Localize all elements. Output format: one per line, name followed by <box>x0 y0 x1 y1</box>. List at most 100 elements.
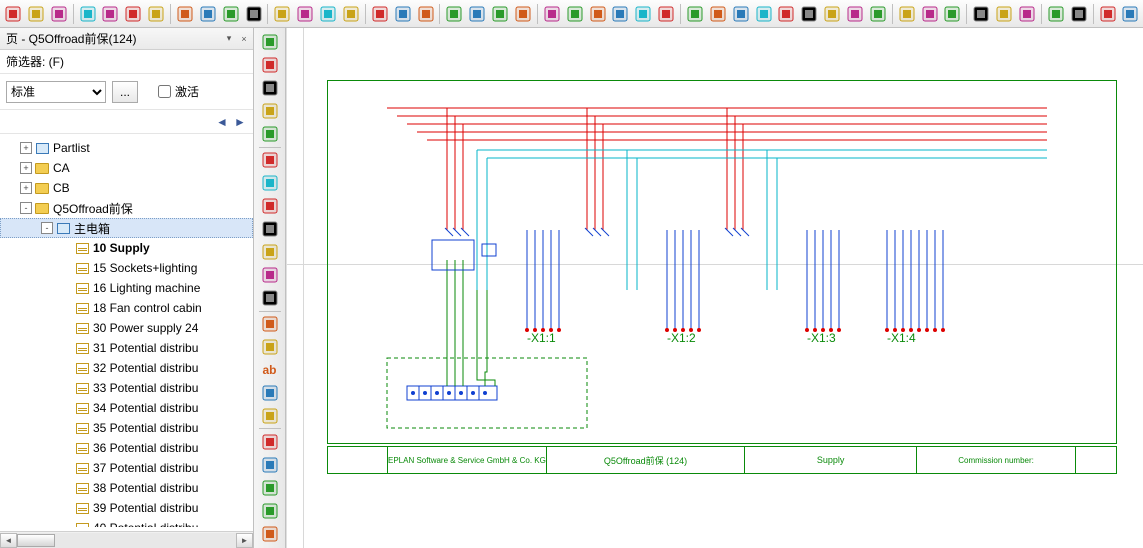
net5-icon[interactable] <box>776 3 798 25</box>
flag-icon[interactable] <box>220 3 242 25</box>
node-icon[interactable] <box>257 337 283 358</box>
grid2-icon[interactable] <box>564 3 586 25</box>
net7-icon[interactable] <box>821 3 843 25</box>
cart-icon[interactable] <box>1097 3 1119 25</box>
new-icon[interactable] <box>2 3 24 25</box>
revert-icon[interactable] <box>489 3 511 25</box>
tree-row[interactable]: 34 Potential distribu <box>0 398 253 418</box>
panel-close-button[interactable]: × <box>237 32 251 46</box>
cut-connect-icon[interactable] <box>77 3 99 25</box>
text-icon[interactable] <box>174 3 196 25</box>
tag-icon[interactable] <box>145 3 167 25</box>
toolA-icon[interactable] <box>970 3 992 25</box>
tree-row[interactable]: +Partlist <box>0 138 253 158</box>
dimd-icon[interactable] <box>257 477 283 498</box>
polyline-icon[interactable] <box>257 55 283 76</box>
undo-icon[interactable] <box>443 3 465 25</box>
tree-row[interactable]: 10 Supply <box>0 238 253 258</box>
project-tree[interactable]: +Partlist+CA+CB-Q5Offroad前保-主电箱10 Supply… <box>0 134 253 531</box>
tree-hscrollbar[interactable]: ◄ ► <box>0 531 253 548</box>
tree-row[interactable]: +CB <box>0 178 253 198</box>
grid1-icon[interactable] <box>541 3 563 25</box>
spline-icon[interactable] <box>257 78 283 99</box>
resize-icon[interactable] <box>1045 3 1067 25</box>
fit-icon[interactable] <box>1068 3 1090 25</box>
tree-row[interactable]: 16 Lighting machine <box>0 278 253 298</box>
hscroll-left[interactable]: ◄ <box>0 533 17 548</box>
hscroll-track[interactable] <box>17 533 236 548</box>
tree-row[interactable]: 40 Potential distribu <box>0 518 253 527</box>
panel-dropdown-button[interactable]: ▾ <box>222 32 236 46</box>
arc1-icon[interactable] <box>257 173 283 194</box>
net2-icon[interactable] <box>707 3 729 25</box>
toolB-icon[interactable] <box>993 3 1015 25</box>
tree-row[interactable]: 18 Fan control cabin <box>0 298 253 318</box>
tree-row[interactable]: 31 Potential distribu <box>0 338 253 358</box>
cut-col-icon[interactable] <box>415 3 437 25</box>
ring-icon[interactable] <box>257 150 283 171</box>
hscroll-thumb[interactable] <box>17 534 55 547</box>
tree-row[interactable]: 15 Sockets+lighting <box>0 258 253 278</box>
net9-icon[interactable] <box>867 3 889 25</box>
nav-back-button[interactable]: ◄ <box>213 113 231 131</box>
interrupt-icon[interactable] <box>99 3 121 25</box>
dimension-icon[interactable] <box>257 382 283 403</box>
tree-row[interactable]: 35 Potential distribu <box>0 418 253 438</box>
paste-col-icon[interactable] <box>392 3 414 25</box>
eye-icon[interactable] <box>257 288 283 309</box>
arc2-icon[interactable] <box>257 196 283 217</box>
layers-icon[interactable] <box>271 3 293 25</box>
symB-icon[interactable] <box>919 3 941 25</box>
arc3-icon[interactable] <box>257 219 283 240</box>
filter-browse-button[interactable]: ... <box>112 81 138 103</box>
net6-icon[interactable] <box>798 3 820 25</box>
net3-icon[interactable] <box>730 3 752 25</box>
flag-outline-icon[interactable] <box>243 3 265 25</box>
tree-row[interactable]: 37 Potential distribu <box>0 458 253 478</box>
dimv-icon[interactable] <box>257 454 283 475</box>
tree-row[interactable]: 30 Power supply 24 <box>0 318 253 338</box>
check-green-icon[interactable] <box>197 3 219 25</box>
rect-icon[interactable] <box>257 124 283 145</box>
split-icon[interactable] <box>340 3 362 25</box>
toolC-icon[interactable] <box>1016 3 1038 25</box>
delete-struct-icon[interactable] <box>317 3 339 25</box>
grid6-icon[interactable] <box>655 3 677 25</box>
select-icon[interactable] <box>257 32 283 53</box>
lasso-icon[interactable] <box>257 101 283 122</box>
nav-fwd-button[interactable]: ► <box>231 113 249 131</box>
grid5-icon[interactable] <box>632 3 654 25</box>
structure-icon[interactable] <box>294 3 316 25</box>
tree-expander[interactable]: + <box>20 142 32 154</box>
tree-expander[interactable]: - <box>41 222 53 234</box>
copy-col-icon[interactable] <box>369 3 391 25</box>
activate-checkbox-label[interactable]: 激活 <box>158 83 199 100</box>
tree-row[interactable]: +CA <box>0 158 253 178</box>
tree-row[interactable]: 36 Potential distribu <box>0 438 253 458</box>
grid3-icon[interactable] <box>587 3 609 25</box>
connector1-icon[interactable] <box>257 500 283 521</box>
symA-icon[interactable] <box>896 3 918 25</box>
grid4-icon[interactable] <box>609 3 631 25</box>
tree-row[interactable]: -Q5Offroad前保 <box>0 198 253 218</box>
net4-icon[interactable] <box>753 3 775 25</box>
activate-checkbox[interactable] <box>158 85 171 98</box>
arc5-icon[interactable] <box>257 265 283 286</box>
forward-icon[interactable] <box>512 3 534 25</box>
redo-icon[interactable] <box>466 3 488 25</box>
hscroll-right[interactable]: ► <box>236 533 253 548</box>
draw1-icon[interactable] <box>257 314 283 335</box>
dimh-icon[interactable] <box>257 431 283 452</box>
drawing-canvas[interactable]: -X1:1-X1:2-X1:3-X1:4 EPL <box>286 28 1143 548</box>
symC-icon[interactable] <box>942 3 964 25</box>
tree-row[interactable]: 33 Potential distribu <box>0 378 253 398</box>
connector2-icon[interactable] <box>257 523 283 544</box>
chart-icon[interactable] <box>1120 3 1142 25</box>
label-text-icon[interactable]: ab <box>257 359 283 380</box>
filter-select[interactable]: 标准 <box>6 81 106 103</box>
net1-icon[interactable] <box>684 3 706 25</box>
tree-expander[interactable]: - <box>20 202 32 214</box>
circle-icon[interactable] <box>122 3 144 25</box>
net8-icon[interactable] <box>844 3 866 25</box>
tree-row[interactable]: 38 Potential distribu <box>0 478 253 498</box>
